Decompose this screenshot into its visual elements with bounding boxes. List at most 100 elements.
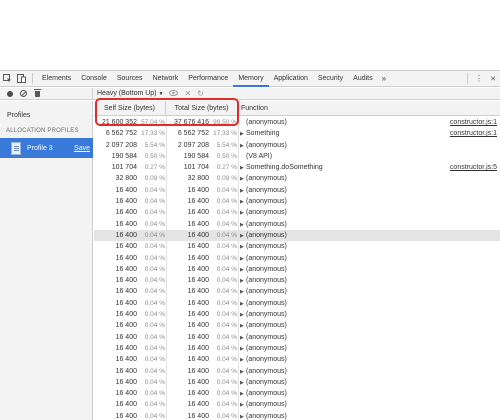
self-size-percent: 0.04 %: [144, 367, 165, 375]
self-size-cell: 16 400: [115, 390, 137, 398]
table-row[interactable]: 16 400 0.04 % 16 400 0.04 % ▶ (anonymous): [94, 366, 500, 377]
table-row[interactable]: 16 400 0.04 % 16 400 0.04 % ▶ (anonymous): [94, 253, 500, 264]
self-size-cell: 16 400: [115, 378, 137, 386]
self-size-percent: 0.04 %: [144, 356, 165, 364]
collect-garbage-button[interactable]: [32, 88, 43, 99]
total-size-percent: 17.33 %: [213, 130, 237, 138]
tab-application[interactable]: Application: [269, 71, 313, 87]
toolbar-divider: [32, 73, 33, 84]
device-toolbar-icon[interactable]: [14, 72, 28, 86]
self-size-percent: 0.04 %: [144, 231, 165, 239]
table-row[interactable]: 16 400 0.04 % 16 400 0.04 % ▶ (anonymous): [94, 241, 500, 252]
devtools-tab-bar: Elements Console Sources Network Performance…: [0, 71, 500, 87]
total-size-cell: 16 400: [187, 209, 209, 217]
table-row[interactable]: 16 400 0.04 % 16 400 0.04 % ▶ (anonymous): [94, 320, 500, 331]
function-name: Something: [246, 130, 280, 138]
self-size-cell: 16 400: [115, 333, 137, 341]
total-size-cell: 2 097 208: [177, 141, 209, 149]
table-row[interactable]: 16 400 0.04 % 16 400 0.04 % ▶ (anonymous): [94, 185, 500, 196]
total-size-cell: 16 400: [187, 265, 209, 273]
self-size-percent: 0.04 %: [144, 401, 165, 409]
tab-memory[interactable]: Memory: [233, 71, 269, 87]
tab-list: Elements Console Sources Network Performance…: [37, 71, 378, 87]
tab-network[interactable]: Network: [148, 71, 184, 87]
table-row[interactable]: 16 400 0.04 % 16 400 0.04 % ▶ (anonymous): [94, 229, 500, 242]
self-size-cell: 16 400: [115, 401, 137, 409]
function-name: (anonymous): [246, 390, 287, 398]
table-row[interactable]: 16 400 0.04 % 16 400 0.04 % ▶ (anonymous): [94, 219, 500, 230]
table-row[interactable]: 16 400 0.04 % 16 400 0.04 % ▶ (anonymous): [94, 286, 500, 297]
self-size-cell: 16 400: [115, 209, 137, 217]
table-row[interactable]: 101 704 0.27 % 101 704 0.27 % ▶ Something.doS…: [94, 162, 500, 173]
view-mode-select[interactable]: Heavy (Bottom Up) ▼: [97, 90, 163, 97]
total-size-percent: 0.04 %: [216, 288, 237, 296]
kebab-menu-icon[interactable]: ⋮: [472, 72, 486, 86]
clear-button[interactable]: [18, 89, 29, 99]
self-size-cell: 16 400: [115, 322, 137, 330]
tab-security[interactable]: Security: [313, 71, 348, 87]
table-row[interactable]: 16 400 0.04 % 16 400 0.04 % ▶ (anonymous): [94, 411, 500, 420]
table-row[interactable]: 16 400 0.04 % 16 400 0.04 % ▶ (anonymous): [94, 264, 500, 275]
self-size-cell: 190 584: [111, 152, 137, 160]
table-row[interactable]: 16 400 0.04 % 16 400 0.04 % ▶ (anonymous): [94, 354, 500, 365]
total-size-cell: 16 400: [187, 299, 209, 307]
table-row[interactable]: 16 400 0.04 % 16 400 0.04 % ▶ (anonymous): [94, 298, 500, 309]
self-size-cell: 16 400: [115, 311, 137, 319]
self-size-cell: 16 400: [115, 186, 137, 194]
total-size-percent: 0.04 %: [216, 322, 237, 330]
table-row[interactable]: 16 400 0.04 % 16 400 0.04 % ▶ (anonymous): [94, 343, 500, 354]
function-name: Something.doSomething: [246, 164, 323, 172]
restore-refresh-icon[interactable]: ↻: [197, 89, 204, 98]
self-size-percent: 0.04 %: [144, 265, 165, 273]
tab-elements[interactable]: Elements: [37, 71, 76, 87]
table-row[interactable]: 16 400 0.04 % 16 400 0.04 % ▶ (anonymous): [94, 275, 500, 286]
total-size-cell: 16 400: [187, 378, 209, 386]
column-header-self-size[interactable]: Self Size (bytes): [94, 101, 166, 116]
self-size-cell: 2 097 208: [105, 141, 137, 149]
tab-audits[interactable]: Audits: [348, 71, 377, 87]
more-tabs-button[interactable]: »: [378, 74, 390, 83]
self-size-cell: 16 400: [115, 356, 137, 364]
inspect-element-icon[interactable]: [0, 72, 14, 86]
function-name: (anonymous): [246, 141, 287, 149]
function-name: (anonymous): [246, 198, 287, 206]
table-row[interactable]: 6 562 752 17.33 % 6 562 752 17.33 % ▶ Somethi…: [94, 128, 500, 139]
table-row[interactable]: 16 400 0.04 % 16 400 0.04 % ▶ (anonymous): [94, 388, 500, 399]
table-row[interactable]: 21 600 352 57.04 % 37 676 416 99.50 % (anony…: [94, 117, 500, 128]
table-row[interactable]: 16 400 0.04 % 16 400 0.04 % ▶ (anonymous): [94, 196, 500, 207]
tab-console[interactable]: Console: [76, 71, 112, 87]
exclude-x-icon[interactable]: ✕: [184, 89, 191, 98]
column-header-total-size[interactable]: Total Size (bytes): [166, 101, 238, 116]
tab-performance[interactable]: Performance: [183, 71, 233, 87]
source-link[interactable]: constructor.js:5: [450, 162, 497, 173]
table-row[interactable]: 190 584 0.50 % 190 584 0.50 % (V8 API): [94, 151, 500, 162]
table-row[interactable]: 16 400 0.04 % 16 400 0.04 % ▶ (anonymous): [94, 377, 500, 388]
function-name: (anonymous): [246, 288, 287, 296]
source-link[interactable]: constructor.js:1: [450, 117, 497, 128]
total-size-percent: 0.04 %: [216, 390, 237, 398]
table-row[interactable]: 16 400 0.04 % 16 400 0.04 % ▶ (anonymous): [94, 309, 500, 320]
total-size-percent: 0.04 %: [216, 220, 237, 228]
total-size-cell: 16 400: [187, 344, 209, 352]
total-size-percent: 0.04 %: [216, 412, 237, 420]
source-link[interactable]: constructor.js:1: [450, 128, 497, 139]
total-size-percent: 0.04 %: [216, 299, 237, 307]
close-devtools-icon[interactable]: ✕: [486, 72, 500, 86]
focus-eye-icon[interactable]: [169, 89, 179, 98]
profiles-toolbar: [0, 87, 93, 100]
table-row[interactable]: 16 400 0.04 % 16 400 0.04 % ▶ (anonymous): [94, 332, 500, 343]
function-name: (anonymous): [246, 299, 287, 307]
record-button[interactable]: [4, 89, 15, 99]
total-size-cell: 16 400: [187, 288, 209, 296]
table-row[interactable]: 16 400 0.04 % 16 400 0.04 % ▶ (anonymous): [94, 399, 500, 410]
table-row[interactable]: 2 097 208 5.54 % 2 097 208 5.54 % ▶ (anonymou…: [94, 140, 500, 151]
table-row[interactable]: 32 800 0.09 % 32 800 0.09 % ▶ (anonymous): [94, 173, 500, 184]
table-row[interactable]: 16 400 0.04 % 16 400 0.04 % ▶ (anonymous): [94, 207, 500, 218]
sidebar-item-profile[interactable]: Profile 3 Save: [0, 138, 93, 158]
tab-sources[interactable]: Sources: [112, 71, 148, 87]
function-name: (anonymous): [246, 311, 287, 319]
column-header-function[interactable]: Function: [241, 101, 268, 116]
save-profile-link[interactable]: Save: [74, 145, 90, 152]
function-name: (anonymous): [246, 277, 287, 285]
self-size-cell: 16 400: [115, 412, 137, 420]
